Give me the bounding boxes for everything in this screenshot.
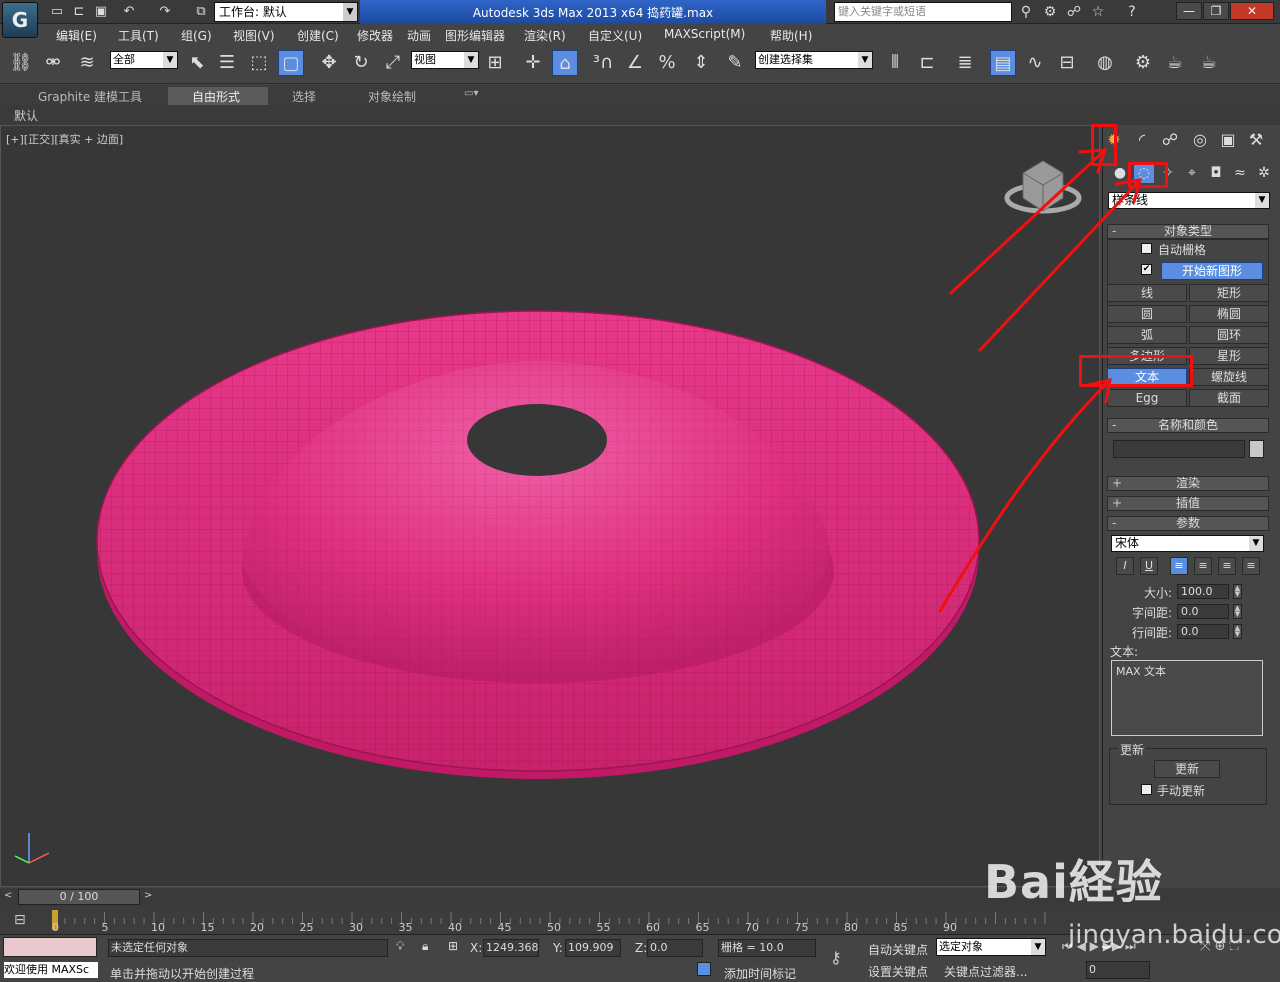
baidu-watermark-url: jingyan.baidu.com [1068, 920, 1280, 950]
baidu-watermark: Bai経验 [984, 855, 1163, 909]
app-logo-icon[interactable]: G [2, 2, 38, 38]
annotation-arrows [938, 148, 1143, 613]
